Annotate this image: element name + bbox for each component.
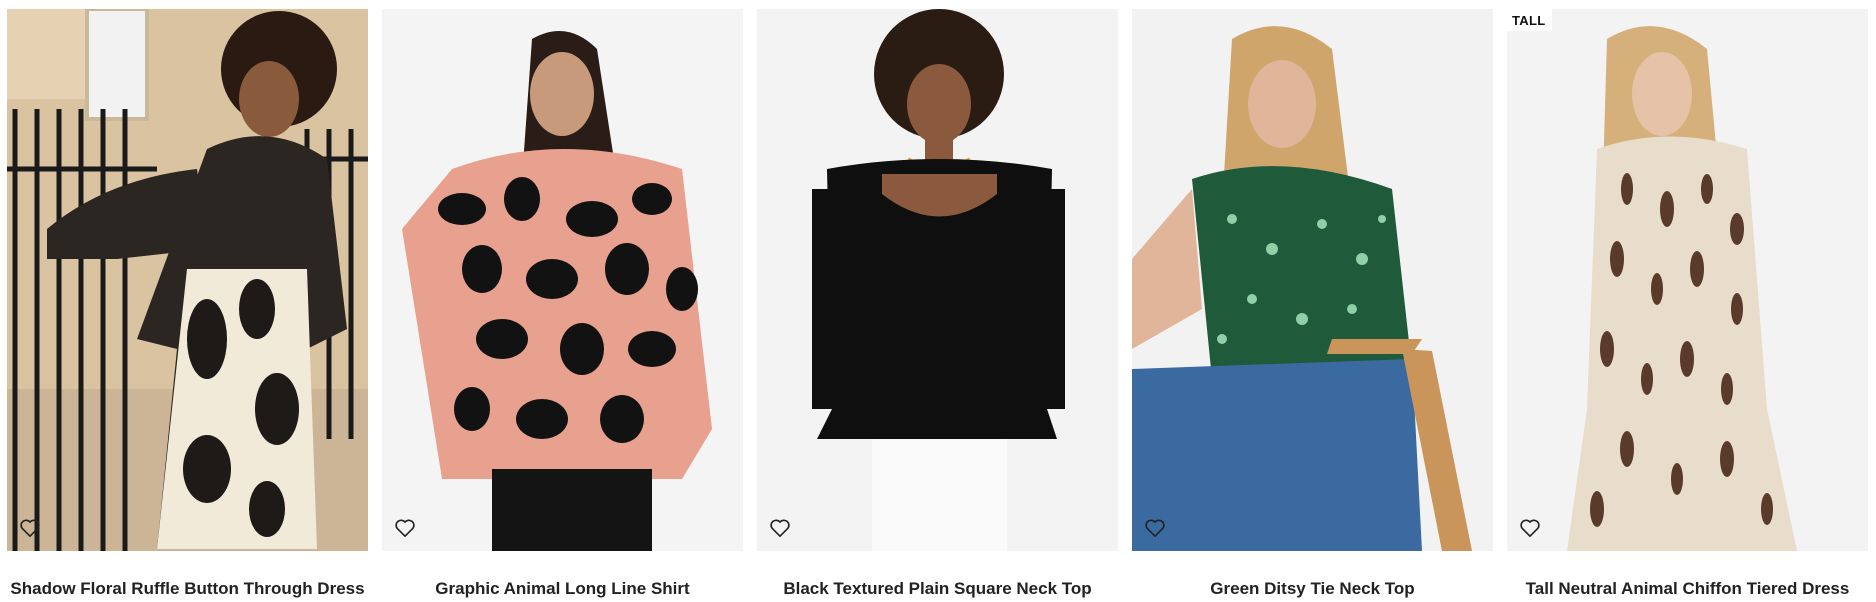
product-image[interactable] bbox=[757, 9, 1118, 551]
product-photo bbox=[757, 9, 1118, 551]
product-card[interactable]: Green Ditsy Tie Neck Top bbox=[1132, 9, 1493, 602]
product-title[interactable]: Graphic Animal Long Line Shirt bbox=[435, 579, 689, 599]
tall-badge: TALL bbox=[1507, 9, 1553, 31]
product-title[interactable]: Shadow Floral Ruffle Button Through Dres… bbox=[10, 579, 364, 599]
product-card[interactable]: Graphic Animal Long Line Shirt bbox=[382, 9, 743, 602]
product-photo bbox=[1132, 9, 1493, 551]
heart-outline-icon bbox=[1520, 519, 1540, 537]
product-grid: Shadow Floral Ruffle Button Through Dres… bbox=[0, 0, 1876, 602]
product-photo bbox=[7, 9, 368, 551]
product-photo bbox=[382, 9, 743, 551]
product-title[interactable]: Tall Neutral Animal Chiffon Tiered Dress bbox=[1526, 579, 1850, 599]
wishlist-button[interactable] bbox=[767, 515, 793, 541]
product-image[interactable] bbox=[382, 9, 743, 551]
product-image[interactable] bbox=[7, 9, 368, 551]
wishlist-button[interactable] bbox=[1142, 515, 1168, 541]
wishlist-button[interactable] bbox=[17, 515, 43, 541]
heart-outline-icon bbox=[20, 519, 40, 537]
product-card[interactable]: Shadow Floral Ruffle Button Through Dres… bbox=[7, 9, 368, 602]
product-card[interactable]: Black Textured Plain Square Neck Top bbox=[757, 9, 1118, 602]
product-title[interactable]: Green Ditsy Tie Neck Top bbox=[1210, 579, 1414, 599]
product-image[interactable] bbox=[1132, 9, 1493, 551]
product-title[interactable]: Black Textured Plain Square Neck Top bbox=[783, 579, 1091, 599]
heart-outline-icon bbox=[1145, 519, 1165, 537]
product-image[interactable]: TALL bbox=[1507, 9, 1868, 551]
wishlist-button[interactable] bbox=[392, 515, 418, 541]
product-card[interactable]: TALL Tall Neutral Animal Chiffon Tiered … bbox=[1507, 9, 1868, 602]
product-photo bbox=[1507, 9, 1868, 551]
wishlist-button[interactable] bbox=[1517, 515, 1543, 541]
heart-outline-icon bbox=[395, 519, 415, 537]
heart-outline-icon bbox=[770, 519, 790, 537]
